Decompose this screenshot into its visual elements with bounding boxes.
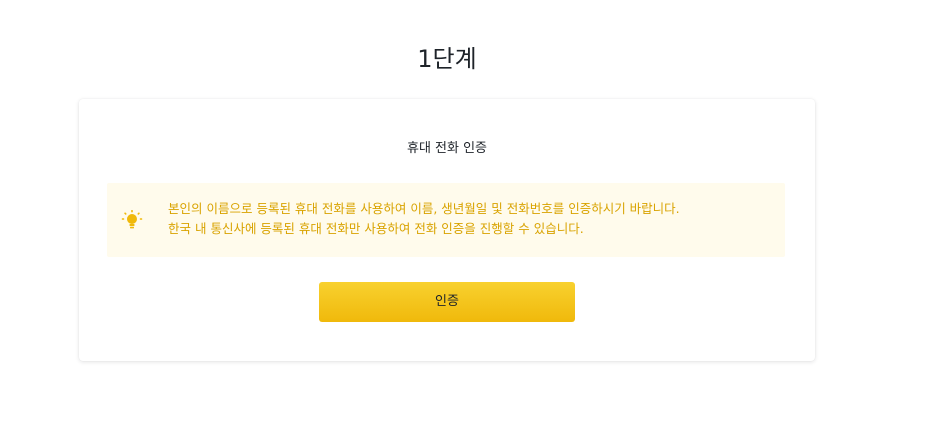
- verify-button[interactable]: 인증: [319, 282, 575, 322]
- card-title: 휴대 전화 인증: [406, 141, 488, 156]
- page: 1단계 휴대 전화 인증 본인의 이름으로 등록된 휴대 전화를 사용하여 이름…: [0, 0, 940, 428]
- notice-line-2: 한국 내 통신사에 등록된 휴대 전화만 사용하여 전화 인증을 진행할 수 있…: [168, 221, 584, 236]
- verification-card: 휴대 전화 인증 본인의 이름으로 등록된 휴대 전화를 사용하여 이름, 생년…: [79, 99, 815, 361]
- page-title: 1단계: [417, 45, 477, 73]
- lightbulb-icon: [121, 210, 143, 229]
- notice-text: 본인의 이름으로 등록된 휴대 전화를 사용하여 이름, 생년월일 및 전화번호…: [168, 199, 778, 239]
- notice-box: 본인의 이름으로 등록된 휴대 전화를 사용하여 이름, 생년월일 및 전화번호…: [107, 183, 785, 257]
- notice-line-1: 본인의 이름으로 등록된 휴대 전화를 사용하여 이름, 생년월일 및 전화번호…: [168, 201, 680, 216]
